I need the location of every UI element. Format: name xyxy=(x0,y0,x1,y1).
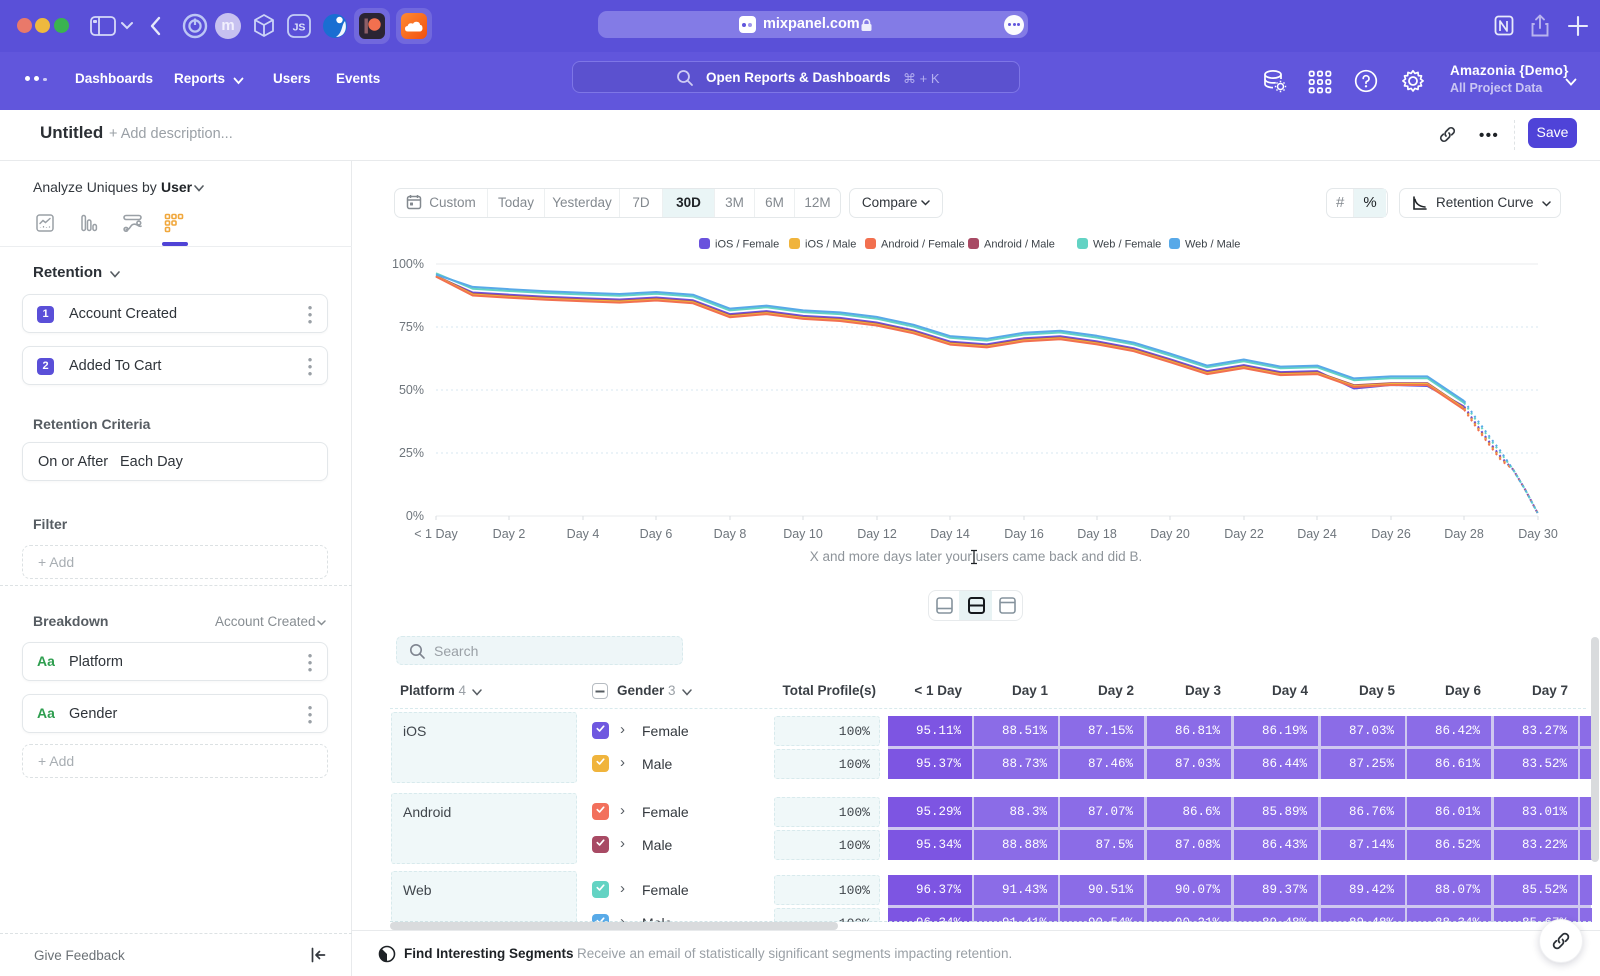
svg-text:JS: JS xyxy=(293,22,306,34)
